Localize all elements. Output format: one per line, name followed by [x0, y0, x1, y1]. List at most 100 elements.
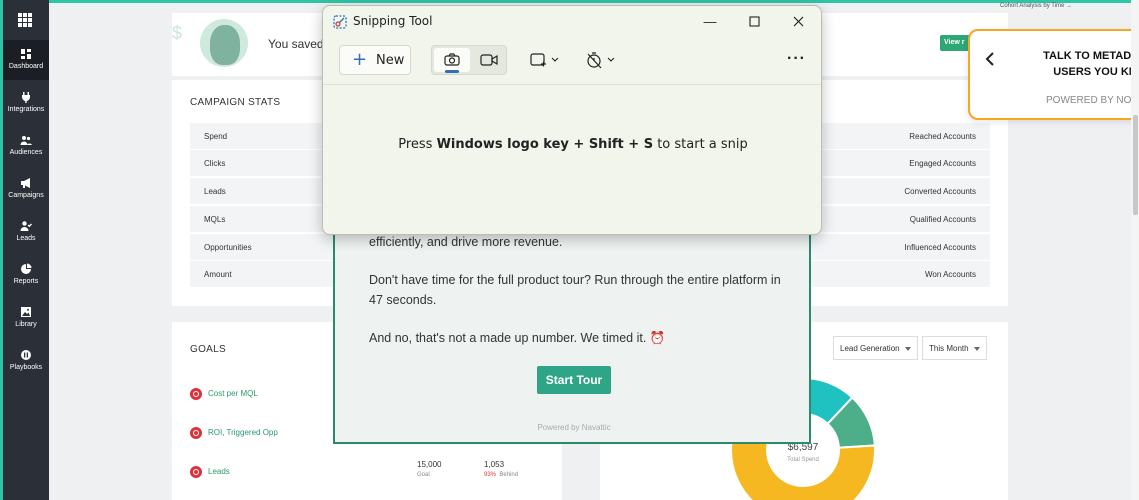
target-icon	[190, 427, 202, 439]
toolbar-divider	[323, 84, 821, 85]
sidebar-item-label: Audiences	[9, 149, 43, 156]
stat-label-right: Influenced Accounts	[904, 243, 976, 252]
goal-label: Cost per MQL	[208, 389, 258, 399]
tour-text-line3: And no, that's not a made up number. We …	[369, 331, 666, 345]
money-illustration	[200, 19, 248, 67]
banner-text: You saved	[268, 37, 324, 51]
cohort-analysis-link[interactable]: Cohort Analysis by Time →	[1000, 3, 1072, 9]
sidebar-item-campaigns[interactable]: Campaigns	[3, 177, 49, 199]
playbook-icon	[21, 350, 31, 360]
capture-mode-toggle	[431, 45, 507, 75]
sidebar-item-label: Integrations	[7, 106, 45, 113]
snipping-tool-icon	[333, 15, 347, 29]
sidebar: Dashboard Integrations Audiences Campaig…	[0, 0, 49, 500]
goals-title: GOALS	[190, 344, 226, 355]
snip-shape-dropdown[interactable]	[529, 52, 561, 68]
screenshot-mode-button[interactable]	[434, 48, 470, 73]
goal-value-label: Goal	[417, 472, 430, 478]
stat-label: Amount	[204, 270, 232, 279]
window-title: Snipping Tool	[353, 14, 433, 28]
goal-label: ROI, Triggered Opp	[208, 428, 278, 438]
app-grid-icon[interactable]	[18, 13, 32, 27]
stat-label-right: Converted Accounts	[904, 187, 976, 196]
camera-icon	[444, 53, 460, 66]
stat-label-right: Engaged Accounts	[909, 159, 976, 168]
sidebar-item-integrations[interactable]: Integrations	[3, 91, 49, 113]
powered-by-navattic[interactable]: Powered by Navattic	[335, 423, 813, 432]
period-filter-value: This Month	[929, 344, 969, 353]
sidebar-item-leads[interactable]: Leads	[3, 220, 49, 242]
sidebar-item-label: Playbooks	[9, 364, 43, 371]
tour-text-line2: Don't have time for the full product tou…	[369, 273, 781, 307]
stat-label-right: Qualified Accounts	[909, 215, 976, 224]
popup-title[interactable]: TALK TO METADAT. USERS YOU KN	[1030, 48, 1139, 80]
sidebar-item-library[interactable]: Library	[3, 306, 49, 328]
plus-icon: +	[352, 49, 368, 70]
chevron-down-icon	[904, 346, 911, 351]
popup-powered-by: POWERED BY NOB	[1046, 95, 1139, 106]
stat-label-right: Won Accounts	[925, 270, 976, 279]
maximize-button[interactable]	[739, 12, 769, 32]
megaphone-icon	[21, 178, 30, 188]
goal-item[interactable]: Cost per MQL	[190, 388, 258, 400]
close-icon	[793, 16, 803, 27]
tour-text-line1: efficiently, and drive more revenue.	[369, 235, 563, 249]
sidebar-item-reports[interactable]: Reports	[3, 263, 49, 285]
actual-status: Behind	[499, 472, 519, 478]
sidebar-item-label: Reports	[13, 278, 39, 285]
title-bar[interactable]: Snipping Tool —	[323, 6, 821, 38]
dollar-coin-icon: $	[172, 23, 183, 43]
product-tour-dialog: efficiently, and drive more revenue. Don…	[333, 225, 811, 444]
goal-value: 15,000	[417, 460, 442, 469]
popup-title-line1: TALK TO METADAT.	[1043, 50, 1139, 62]
target-icon	[190, 466, 202, 478]
new-button-label: New	[376, 53, 405, 68]
more-options-icon[interactable]: ···	[787, 50, 806, 68]
metadata-promo-popup: TALK TO METADAT. USERS YOU KN POWERED BY …	[968, 29, 1139, 120]
instruction-suffix: to start a snip	[653, 137, 748, 152]
sidebar-item-playbooks[interactable]: Playbooks	[3, 349, 49, 371]
user-check-icon	[20, 221, 32, 231]
scrollbar-thumb[interactable]	[1133, 115, 1138, 215]
video-icon[interactable]	[480, 54, 498, 66]
donut-center-label: Total Spend	[787, 457, 819, 463]
campaign-stats-title: CAMPAIGN STATS	[190, 97, 281, 108]
instruction-shortcut: Windows logo key + Shift + S	[436, 137, 654, 152]
minimize-button[interactable]: —	[695, 12, 725, 32]
users-icon	[20, 136, 32, 145]
chevron-left-icon[interactable]	[984, 51, 996, 67]
campaign-filter-dropdown[interactable]: Lead Generation	[833, 336, 918, 360]
cohort-link-label: Cohort Analysis by Time	[1000, 3, 1065, 9]
sidebar-item-audiences[interactable]: Audiences	[3, 134, 49, 156]
new-snip-button[interactable]: + New	[339, 45, 411, 75]
stat-label: Spend	[204, 132, 228, 141]
sidebar-item-dashboard[interactable]: Dashboard	[3, 40, 49, 80]
active-mode-indicator	[445, 70, 459, 73]
close-button[interactable]	[783, 12, 813, 32]
page-scrollbar[interactable]	[1131, 0, 1139, 500]
goal-item[interactable]: ROI, Triggered Opp	[190, 427, 278, 439]
snipping-tool-window: Snipping Tool — + New ··· Press Windows …	[322, 5, 822, 235]
stat-label-right: Reached Accounts	[909, 132, 976, 141]
arrow-right-icon: →	[1066, 3, 1073, 9]
period-filter-dropdown[interactable]: This Month	[922, 336, 987, 360]
snip-instruction: Press Windows logo key + Shift + S to st…	[323, 137, 821, 152]
stat-label: Clicks	[204, 159, 226, 168]
actual-value: 1,053	[484, 460, 505, 469]
goal-item[interactable]: Leads	[190, 466, 230, 478]
sidebar-item-label: Dashboard	[8, 63, 44, 70]
actual-percent: 93%	[484, 472, 497, 478]
delay-timer-dropdown[interactable]	[585, 51, 619, 69]
snip-toolbar: + New ···	[323, 38, 821, 84]
goal-label: Leads	[208, 467, 230, 477]
sidebar-item-label: Library	[15, 321, 37, 328]
stat-label: Opportunities	[204, 243, 252, 252]
image-icon	[21, 307, 31, 317]
pie-chart-icon	[21, 263, 32, 274]
dashboard-icon	[21, 49, 31, 59]
start-tour-button[interactable]: Start Tour	[537, 366, 611, 394]
target-icon	[190, 388, 202, 400]
top-accent-bar	[0, 0, 1139, 3]
goal-target-value: 15,000 Goal	[417, 460, 441, 478]
popup-title-line2: USERS YOU KN	[1053, 66, 1137, 78]
